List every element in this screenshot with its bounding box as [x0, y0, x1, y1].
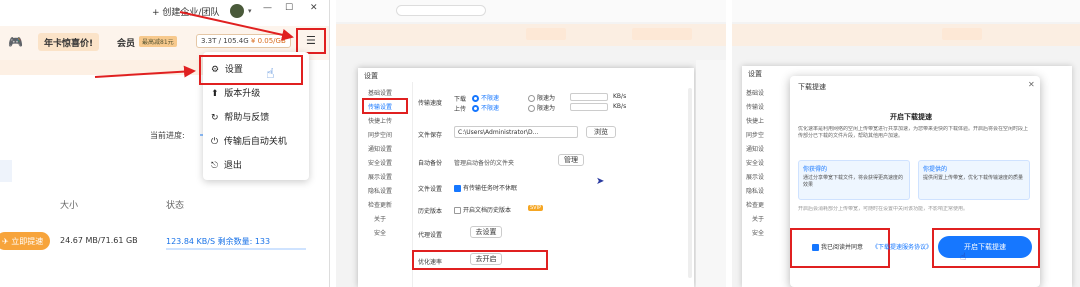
download-limit-input[interactable] [570, 93, 608, 101]
autobackup-desc: 管理启动备份的文件夹 [454, 160, 515, 167]
bg-titlebar [732, 0, 1080, 22]
agreement-link[interactable]: 《下载提速服务协议》 [872, 242, 932, 251]
history-checkbox[interactable]: 开启文档历史版本 [454, 205, 511, 214]
sidebar-behind-5[interactable]: 安全设 [746, 158, 764, 167]
no-sleep-checkbox[interactable]: 有传输任务时不休眠 [454, 183, 517, 192]
radio-on-icon [472, 95, 479, 102]
cursor-icon: ➤ [596, 176, 605, 187]
sidebar-item-update[interactable]: 检查更新 [368, 200, 392, 209]
download-limited-radio[interactable]: 限速为 [528, 93, 555, 102]
sidebar-item-basic[interactable]: 基础设置 [368, 88, 392, 97]
provide-card-text: 提供闲置上传带宽，优化下载传输速度的质量 [923, 175, 1024, 181]
sidebar-behind-4[interactable]: 通知设 [746, 144, 764, 153]
proxy-label: 代理设置 [418, 232, 443, 239]
sidebar-item-privacy[interactable]: 隐私设置 [368, 186, 392, 195]
folder-label: 文件保存 [418, 132, 443, 139]
panel-settings-window: 设置 基础设置 传输设置 快捷上传 同步空间 通知设置 安全设置 展示设置 隐私… [336, 0, 726, 287]
boost-heading: 开启下载提速 [890, 113, 932, 121]
speed-label: 传输速度 [418, 100, 443, 107]
arrow-to-settings [94, 65, 196, 78]
sidebar-behind-10[interactable]: 安全 [752, 228, 764, 237]
boost-dialog-title: 下载提速 [798, 83, 826, 91]
bg-toolbar [732, 24, 1080, 46]
sidebar-item-safety[interactable]: 安全 [374, 228, 386, 237]
sidebar-item-display[interactable]: 展示设置 [368, 172, 392, 181]
dialog-title: 设置 [364, 72, 378, 80]
history-label: 历史版本 [418, 208, 443, 215]
sidebar-item-quick-upload[interactable]: 快捷上传 [368, 116, 392, 125]
bg-titlebar [336, 0, 726, 22]
bg-search [396, 5, 486, 16]
sidebar-item-about[interactable]: 关于 [374, 214, 386, 223]
optimize-button[interactable]: 去开启 [470, 253, 502, 265]
cursor-hand-icon: ☝ [960, 252, 967, 263]
sidebar-item-sync[interactable]: 同步空间 [368, 130, 392, 139]
upload-limited-radio[interactable]: 限速为 [528, 103, 555, 112]
bg-member [942, 28, 982, 40]
bg-promo [526, 28, 566, 40]
sidebar-item-security[interactable]: 安全设置 [368, 158, 392, 167]
svip-badge: SVIP [528, 205, 544, 211]
gain-card-text: 通过分享带宽下载文件，将会获得更高速度的效果 [803, 175, 904, 188]
checkbox-checked-icon [812, 244, 819, 251]
download-unlimited-radio[interactable]: 不限速 [472, 93, 499, 102]
manage-button[interactable]: 管理 [558, 154, 584, 166]
close-icon[interactable]: ✕ [1028, 80, 1035, 89]
download-kbs: KB/s [613, 93, 627, 100]
provide-card: 你提供的 提供闲置上传带宽，优化下载传输速度的质量 [918, 160, 1030, 200]
boost-dialog: 下载提速 ✕ 开启下载提速 优化速率是利用网络的空闲上传带宽进行共享加速，为您带… [790, 76, 1040, 287]
enable-boost-button[interactable]: 开启下载提速 [938, 236, 1032, 258]
provide-card-title: 你提供的 [923, 166, 948, 173]
gain-card: 你获得的 通过分享带宽下载文件，将会获得更高速度的效果 [798, 160, 910, 200]
autobackup-label: 自动备份 [418, 160, 443, 167]
sidebar-behind-9[interactable]: 关于 [752, 214, 764, 223]
highlight-transfer-tab [362, 98, 408, 114]
upload-kbs: KB/s [613, 103, 627, 110]
boost-description: 优化速率是利用网络的空闲上传带宽进行共享加速，为您带来更快的下载体验。开启后将会… [798, 126, 1029, 139]
radio-off-icon [528, 95, 535, 102]
checkbox-icon [454, 207, 461, 214]
bg-storage [632, 28, 692, 40]
panel-main-menu: + 创建企业/团队 ▾ — ☐ ✕ 🎮 年卡惊喜价! 会员 最高减81元 3.3… [0, 0, 330, 287]
file-settings-label: 文件设置 [418, 186, 443, 193]
sidebar-behind-3[interactable]: 同步空 [746, 130, 764, 139]
gain-card-title: 你获得的 [803, 166, 828, 173]
fine-print: 开启后会消耗部分上传带宽，可随时在设置中关闭该功能，不影响正常使用。 [798, 206, 969, 212]
proxy-button[interactable]: 去设置 [470, 226, 502, 238]
dialog-title-behind: 设置 [748, 70, 762, 78]
folder-path-input[interactable]: C:\Users\Administrator\D... [454, 126, 578, 138]
panel-download-boost: 设置 基础设 传输设 快捷上 同步空 通知设 安全设 展示设 隐私设 检查更 关… [732, 0, 1080, 287]
scrollbar[interactable] [688, 88, 692, 278]
upload-unlimited-radio[interactable]: 不限速 [472, 103, 499, 112]
radio-off-icon [528, 105, 535, 112]
upload-limit-input[interactable] [570, 103, 608, 111]
checkbox-checked-icon [454, 185, 461, 192]
upload-label: 上传 [454, 106, 467, 113]
sidebar-behind-6[interactable]: 展示设 [746, 172, 764, 181]
sidebar-item-notify[interactable]: 通知设置 [368, 144, 392, 153]
download-label: 下载 [454, 96, 467, 103]
agree-checkbox[interactable]: 我已阅读并同意 [812, 242, 863, 251]
browse-button[interactable]: 浏览 [586, 126, 616, 138]
bg-right-edge [696, 60, 726, 287]
optimize-label: 优化速率 [418, 259, 443, 266]
radio-on-icon [472, 105, 479, 112]
sidebar-behind-8[interactable]: 检查更 [746, 200, 764, 209]
sidebar-behind-0[interactable]: 基础设 [746, 88, 764, 97]
arrow-to-menu [179, 11, 294, 41]
annotation-arrows [94, 11, 294, 78]
sidebar-behind-2[interactable]: 快捷上 [746, 116, 764, 125]
sidebar-behind-7[interactable]: 隐私设 [746, 186, 764, 195]
settings-dialog: 设置 基础设置 传输设置 快捷上传 同步空间 通知设置 安全设置 展示设置 隐私… [358, 68, 694, 287]
sidebar-behind-1[interactable]: 传输设 [746, 102, 764, 111]
